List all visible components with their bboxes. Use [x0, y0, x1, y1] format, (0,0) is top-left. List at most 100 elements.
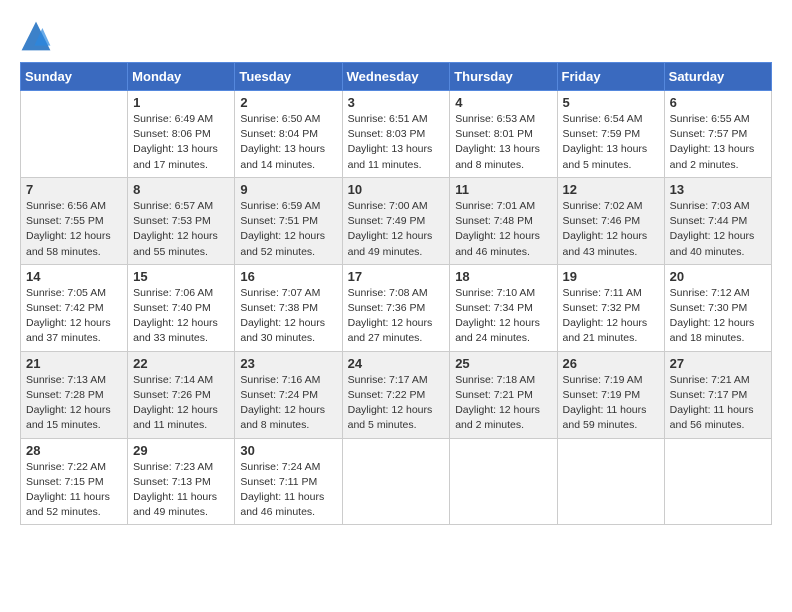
day-info: Sunrise: 7:05 AM Sunset: 7:42 PM Dayligh…	[26, 286, 122, 347]
day-number: 30	[240, 443, 336, 458]
day-number: 13	[670, 182, 766, 197]
day-number: 11	[455, 182, 551, 197]
day-number: 2	[240, 95, 336, 110]
calendar-cell: 4 Sunrise: 6:53 AM Sunset: 8:01 PM Daylig…	[450, 91, 557, 178]
calendar-cell: 28 Sunrise: 7:22 AM Sunset: 7:15 PM Dayli…	[21, 438, 128, 525]
calendar-cell: 27 Sunrise: 7:21 AM Sunset: 7:17 PM Dayli…	[664, 351, 771, 438]
calendar-cell	[21, 91, 128, 178]
day-number: 18	[455, 269, 551, 284]
calendar-table: SundayMondayTuesdayWednesdayThursdayFrid…	[20, 62, 772, 525]
calendar-cell: 11 Sunrise: 7:01 AM Sunset: 7:48 PM Dayli…	[450, 177, 557, 264]
calendar-cell: 15 Sunrise: 7:06 AM Sunset: 7:40 PM Dayli…	[128, 264, 235, 351]
day-info: Sunrise: 6:51 AM Sunset: 8:03 PM Dayligh…	[348, 112, 445, 173]
day-number: 29	[133, 443, 229, 458]
day-info: Sunrise: 6:54 AM Sunset: 7:59 PM Dayligh…	[563, 112, 659, 173]
calendar-cell	[450, 438, 557, 525]
logo	[20, 20, 56, 52]
logo-icon	[20, 20, 52, 52]
day-number: 15	[133, 269, 229, 284]
day-number: 9	[240, 182, 336, 197]
day-number: 8	[133, 182, 229, 197]
calendar-cell: 18 Sunrise: 7:10 AM Sunset: 7:34 PM Dayli…	[450, 264, 557, 351]
day-number: 1	[133, 95, 229, 110]
day-info: Sunrise: 7:08 AM Sunset: 7:36 PM Dayligh…	[348, 286, 445, 347]
day-number: 16	[240, 269, 336, 284]
calendar-cell	[664, 438, 771, 525]
calendar-cell: 19Sunrise: 7:11 AM Sunset: 7:32 PM Dayli…	[557, 264, 664, 351]
day-info: Sunrise: 7:00 AM Sunset: 7:49 PM Dayligh…	[348, 199, 445, 260]
day-info: Sunrise: 6:50 AM Sunset: 8:04 PM Dayligh…	[240, 112, 336, 173]
calendar-cell: 5 Sunrise: 6:54 AM Sunset: 7:59 PM Daylig…	[557, 91, 664, 178]
calendar-week-5: 28 Sunrise: 7:22 AM Sunset: 7:15 PM Dayli…	[21, 438, 772, 525]
calendar-cell: 17Sunrise: 7:08 AM Sunset: 7:36 PM Dayli…	[342, 264, 450, 351]
day-number: 10	[348, 182, 445, 197]
day-info: Sunrise: 6:53 AM Sunset: 8:01 PM Dayligh…	[455, 112, 551, 173]
day-info: Sunrise: 6:57 AM Sunset: 7:53 PM Dayligh…	[133, 199, 229, 260]
day-info: Sunrise: 7:11 AM Sunset: 7:32 PM Dayligh…	[563, 286, 659, 347]
day-info: Sunrise: 7:23 AM Sunset: 7:13 PM Dayligh…	[133, 460, 229, 521]
calendar-cell: 1 Sunrise: 6:49 AM Sunset: 8:06 PM Daylig…	[128, 91, 235, 178]
day-number: 22	[133, 356, 229, 371]
day-info: Sunrise: 7:03 AM Sunset: 7:44 PM Dayligh…	[670, 199, 766, 260]
calendar-cell: 29 Sunrise: 7:23 AM Sunset: 7:13 PM Dayli…	[128, 438, 235, 525]
day-number: 27	[670, 356, 766, 371]
calendar-cell: 22 Sunrise: 7:14 AM Sunset: 7:26 PM Dayli…	[128, 351, 235, 438]
day-number: 3	[348, 95, 445, 110]
calendar-cell: 20 Sunrise: 7:12 AM Sunset: 7:30 PM Dayli…	[664, 264, 771, 351]
calendar-cell: 3 Sunrise: 6:51 AM Sunset: 8:03 PM Daylig…	[342, 91, 450, 178]
day-number: 26	[563, 356, 659, 371]
calendar-cell: 9 Sunrise: 6:59 AM Sunset: 7:51 PM Daylig…	[235, 177, 342, 264]
calendar-week-2: 7Sunrise: 6:56 AM Sunset: 7:55 PM Daylig…	[21, 177, 772, 264]
calendar-cell: 21Sunrise: 7:13 AM Sunset: 7:28 PM Dayli…	[21, 351, 128, 438]
day-number: 4	[455, 95, 551, 110]
calendar-week-3: 14 Sunrise: 7:05 AM Sunset: 7:42 PM Dayli…	[21, 264, 772, 351]
day-info: Sunrise: 7:06 AM Sunset: 7:40 PM Dayligh…	[133, 286, 229, 347]
page-header	[20, 20, 772, 52]
day-info: Sunrise: 7:16 AM Sunset: 7:24 PM Dayligh…	[240, 373, 336, 434]
calendar-cell: 14 Sunrise: 7:05 AM Sunset: 7:42 PM Dayli…	[21, 264, 128, 351]
calendar-cell: 12Sunrise: 7:02 AM Sunset: 7:46 PM Dayli…	[557, 177, 664, 264]
day-info: Sunrise: 7:07 AM Sunset: 7:38 PM Dayligh…	[240, 286, 336, 347]
day-info: Sunrise: 7:22 AM Sunset: 7:15 PM Dayligh…	[26, 460, 122, 521]
calendar-cell: 13 Sunrise: 7:03 AM Sunset: 7:44 PM Dayli…	[664, 177, 771, 264]
weekday-header-sunday: Sunday	[21, 63, 128, 91]
weekday-header-monday: Monday	[128, 63, 235, 91]
day-number: 6	[670, 95, 766, 110]
day-number: 25	[455, 356, 551, 371]
day-info: Sunrise: 7:01 AM Sunset: 7:48 PM Dayligh…	[455, 199, 551, 260]
calendar-cell: 10 Sunrise: 7:00 AM Sunset: 7:49 PM Dayli…	[342, 177, 450, 264]
calendar-cell: 25Sunrise: 7:18 AM Sunset: 7:21 PM Dayli…	[450, 351, 557, 438]
calendar-cell: 16 Sunrise: 7:07 AM Sunset: 7:38 PM Dayli…	[235, 264, 342, 351]
day-number: 14	[26, 269, 122, 284]
day-info: Sunrise: 6:49 AM Sunset: 8:06 PM Dayligh…	[133, 112, 229, 173]
day-number: 23	[240, 356, 336, 371]
day-info: Sunrise: 6:56 AM Sunset: 7:55 PM Dayligh…	[26, 199, 122, 260]
day-info: Sunrise: 7:24 AM Sunset: 7:11 PM Dayligh…	[240, 460, 336, 521]
calendar-cell: 7Sunrise: 6:56 AM Sunset: 7:55 PM Daylig…	[21, 177, 128, 264]
day-info: Sunrise: 7:17 AM Sunset: 7:22 PM Dayligh…	[348, 373, 445, 434]
calendar-cell: 30 Sunrise: 7:24 AM Sunset: 7:11 PM Dayli…	[235, 438, 342, 525]
calendar-cell	[557, 438, 664, 525]
weekday-header-saturday: Saturday	[664, 63, 771, 91]
day-info: Sunrise: 7:12 AM Sunset: 7:30 PM Dayligh…	[670, 286, 766, 347]
weekday-header-wednesday: Wednesday	[342, 63, 450, 91]
day-number: 21	[26, 356, 122, 371]
day-number: 12	[563, 182, 659, 197]
day-info: Sunrise: 7:10 AM Sunset: 7:34 PM Dayligh…	[455, 286, 551, 347]
calendar-cell: 8 Sunrise: 6:57 AM Sunset: 7:53 PM Daylig…	[128, 177, 235, 264]
weekday-header-tuesday: Tuesday	[235, 63, 342, 91]
day-number: 24	[348, 356, 445, 371]
day-info: Sunrise: 7:21 AM Sunset: 7:17 PM Dayligh…	[670, 373, 766, 434]
day-number: 28	[26, 443, 122, 458]
calendar-cell: 6 Sunrise: 6:55 AM Sunset: 7:57 PM Daylig…	[664, 91, 771, 178]
day-number: 5	[563, 95, 659, 110]
calendar-week-1: 1 Sunrise: 6:49 AM Sunset: 8:06 PM Daylig…	[21, 91, 772, 178]
day-info: Sunrise: 6:59 AM Sunset: 7:51 PM Dayligh…	[240, 199, 336, 260]
day-number: 20	[670, 269, 766, 284]
calendar-cell	[342, 438, 450, 525]
calendar-cell: 23 Sunrise: 7:16 AM Sunset: 7:24 PM Dayli…	[235, 351, 342, 438]
calendar-cell: 2 Sunrise: 6:50 AM Sunset: 8:04 PM Daylig…	[235, 91, 342, 178]
calendar-cell: 24 Sunrise: 7:17 AM Sunset: 7:22 PM Dayli…	[342, 351, 450, 438]
day-info: Sunrise: 6:55 AM Sunset: 7:57 PM Dayligh…	[670, 112, 766, 173]
day-info: Sunrise: 7:14 AM Sunset: 7:26 PM Dayligh…	[133, 373, 229, 434]
